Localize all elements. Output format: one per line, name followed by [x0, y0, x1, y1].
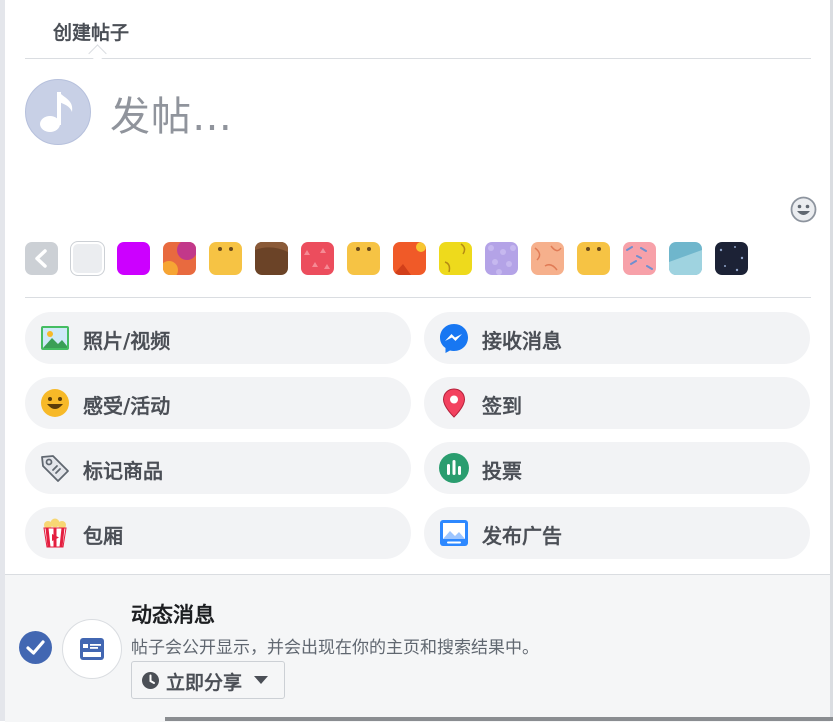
background-back-button[interactable]: [25, 242, 58, 275]
messenger-icon: [440, 324, 468, 353]
bottom-edge: [165, 717, 833, 721]
action-tag-products[interactable]: 标记商品: [25, 442, 411, 494]
background-swatch[interactable]: [117, 242, 150, 275]
photo-icon: [41, 326, 69, 350]
emoji-picker-icon[interactable]: [790, 196, 817, 223]
background-swatch[interactable]: [301, 242, 334, 275]
action-label: 包厢: [83, 524, 123, 548]
background-swatch[interactable]: [255, 242, 288, 275]
audience-title: 动态消息: [131, 603, 215, 627]
swatch-pattern: [534, 245, 562, 271]
poll-icon: [439, 453, 469, 483]
news-feed-icon: [80, 638, 104, 660]
action-feeling-activity[interactable]: 感受/活动: [25, 377, 411, 429]
swatch-pattern: [586, 247, 601, 251]
action-get-messages[interactable]: 接收消息: [424, 312, 810, 364]
swatch-pattern: [669, 250, 702, 275]
audience-section: 动态消息 帖子会公开显示，并会出现在你的主页和搜索结果中。 立即分享: [5, 574, 830, 722]
swatch-pattern: [626, 246, 653, 270]
popcorn-icon: [43, 518, 67, 548]
tag-icon: [41, 455, 69, 482]
swatch-pattern: [218, 247, 233, 251]
caret-down-icon: [254, 676, 268, 684]
action-label: 投票: [482, 459, 522, 483]
background-swatch[interactable]: [485, 242, 518, 275]
tab-indicator: [88, 44, 107, 63]
background-swatch[interactable]: [531, 242, 564, 275]
share-now-label: 立即分享: [166, 672, 243, 694]
swatch-pattern: [444, 243, 466, 273]
action-poll[interactable]: 投票: [424, 442, 810, 494]
avatar[interactable]: [25, 79, 91, 145]
news-feed-badge: [62, 619, 122, 679]
chevron-left-icon: [35, 249, 47, 268]
background-swatch[interactable]: [669, 242, 702, 275]
action-create-ad[interactable]: 发布广告: [424, 507, 810, 559]
background-swatch[interactable]: [163, 242, 196, 275]
background-swatch-default[interactable]: [71, 242, 104, 275]
swatch-pattern: [488, 245, 516, 275]
tab-bar: 创建帖子: [25, 0, 811, 63]
action-label: 接收消息: [482, 329, 562, 353]
action-photo-video[interactable]: 照片/视频: [25, 312, 411, 364]
background-swatch[interactable]: [623, 242, 656, 275]
background-swatch[interactable]: [393, 242, 426, 275]
swatch-pattern: [393, 242, 426, 275]
tab-create-post[interactable]: 创建帖子: [53, 18, 129, 45]
background-swatch[interactable]: [715, 242, 748, 275]
post-composer-input[interactable]: 发帖…: [110, 84, 233, 142]
swatch-pattern: [163, 242, 196, 275]
background-swatch[interactable]: [439, 242, 472, 275]
action-check-in[interactable]: 签到: [424, 377, 810, 429]
swatch-pattern: [356, 247, 371, 251]
action-label: 签到: [482, 394, 522, 418]
music-note-icon: [40, 92, 73, 132]
action-watch-party[interactable]: 包厢: [25, 507, 411, 559]
clock-icon: [142, 672, 159, 689]
ad-icon: [440, 520, 468, 546]
background-swatch[interactable]: [347, 242, 380, 275]
news-feed-checkbox[interactable]: [19, 631, 52, 664]
share-now-dropdown[interactable]: 立即分享: [131, 661, 285, 699]
background-swatch[interactable]: [209, 242, 242, 275]
action-label: 感受/活动: [83, 394, 171, 418]
section-divider: [25, 297, 811, 298]
smiley-icon: [41, 389, 69, 417]
audience-description: 帖子会公开显示，并会出现在你的主页和搜索结果中。: [131, 638, 539, 658]
swatch-pattern: [719, 246, 744, 272]
swatch-pattern: [255, 242, 288, 252]
background-swatch[interactable]: [577, 242, 610, 275]
action-label: 照片/视频: [83, 329, 171, 353]
swatch-pattern: [304, 248, 330, 269]
checkmark-icon: [26, 640, 45, 655]
action-label: 标记商品: [83, 459, 163, 483]
location-pin-icon: [442, 388, 466, 418]
action-label: 发布广告: [482, 524, 562, 548]
